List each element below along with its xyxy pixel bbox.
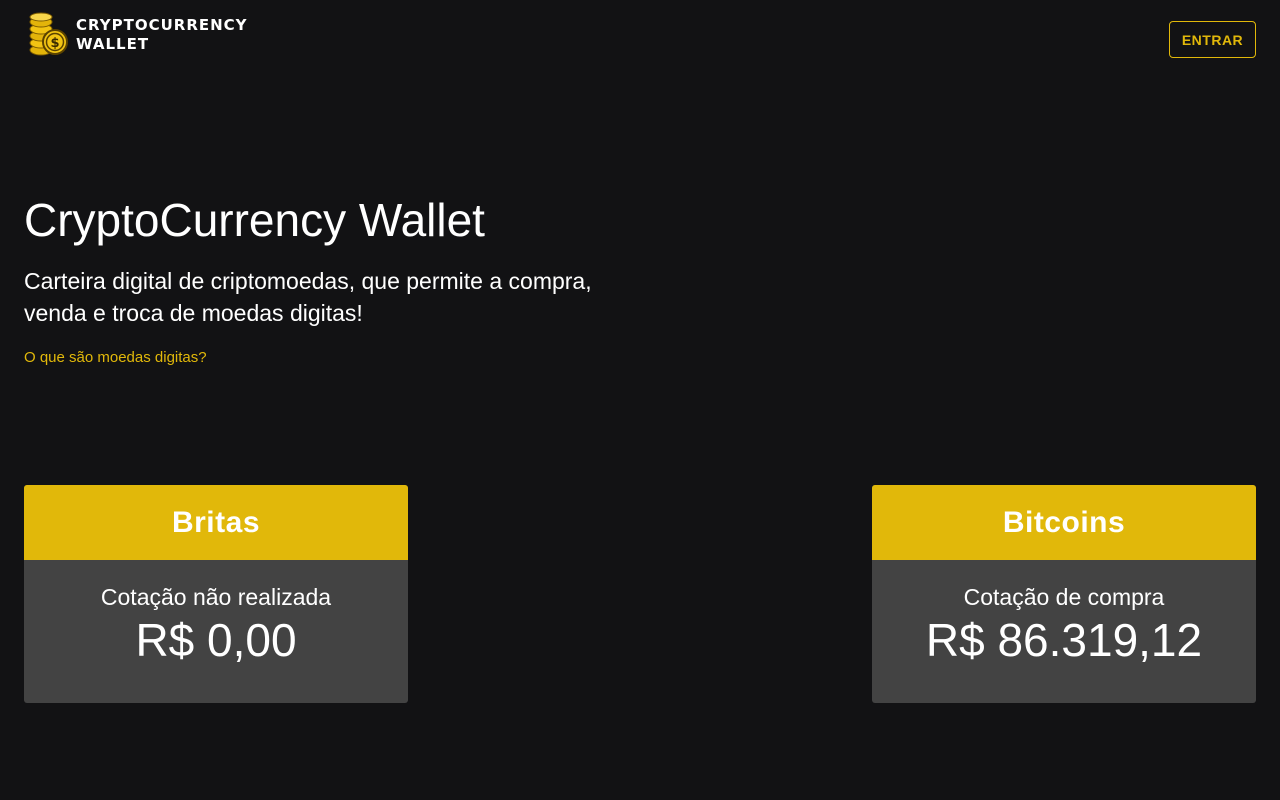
what-are-digital-coins-link[interactable]: O que são moedas digitas? — [24, 349, 207, 366]
card-body: Cotação de compra R$ 86.319,12 — [872, 560, 1256, 667]
gold-coins-icon: $ — [28, 12, 70, 58]
quote-label: Cotação não realizada — [100, 584, 332, 610]
britas-card: Britas Cotação não realizada R$ 0,00 — [24, 485, 408, 703]
brand-name-line1: CRYPTOCURRENCY — [76, 16, 248, 34]
page-subtitle: Carteira digital de criptomoedas, que pe… — [24, 268, 592, 326]
login-button[interactable]: ENTRAR — [1169, 21, 1256, 58]
brand-logo[interactable]: $ CRYPTOCURRENCY WALLET — [28, 12, 248, 58]
quote-value: R$ 86.319,12 — [925, 614, 1203, 666]
brand-name-line2: WALLET — [76, 35, 150, 53]
brand-name: CRYPTOCURRENCY WALLET — [76, 16, 248, 54]
quote-label: Cotação de compra — [963, 584, 1165, 610]
svg-text:$: $ — [50, 36, 59, 51]
card-title: Bitcoins — [872, 485, 1256, 560]
quote-value: R$ 0,00 — [135, 614, 297, 666]
card-title: Britas — [24, 485, 408, 560]
top-bar: $ CRYPTOCURRENCY WALLET ENTRAR — [0, 0, 1280, 80]
page-title: CryptoCurrency Wallet — [24, 194, 485, 246]
bitcoins-card: Bitcoins Cotação de compra R$ 86.319,12 — [872, 485, 1256, 703]
card-body: Cotação não realizada R$ 0,00 — [24, 560, 408, 667]
